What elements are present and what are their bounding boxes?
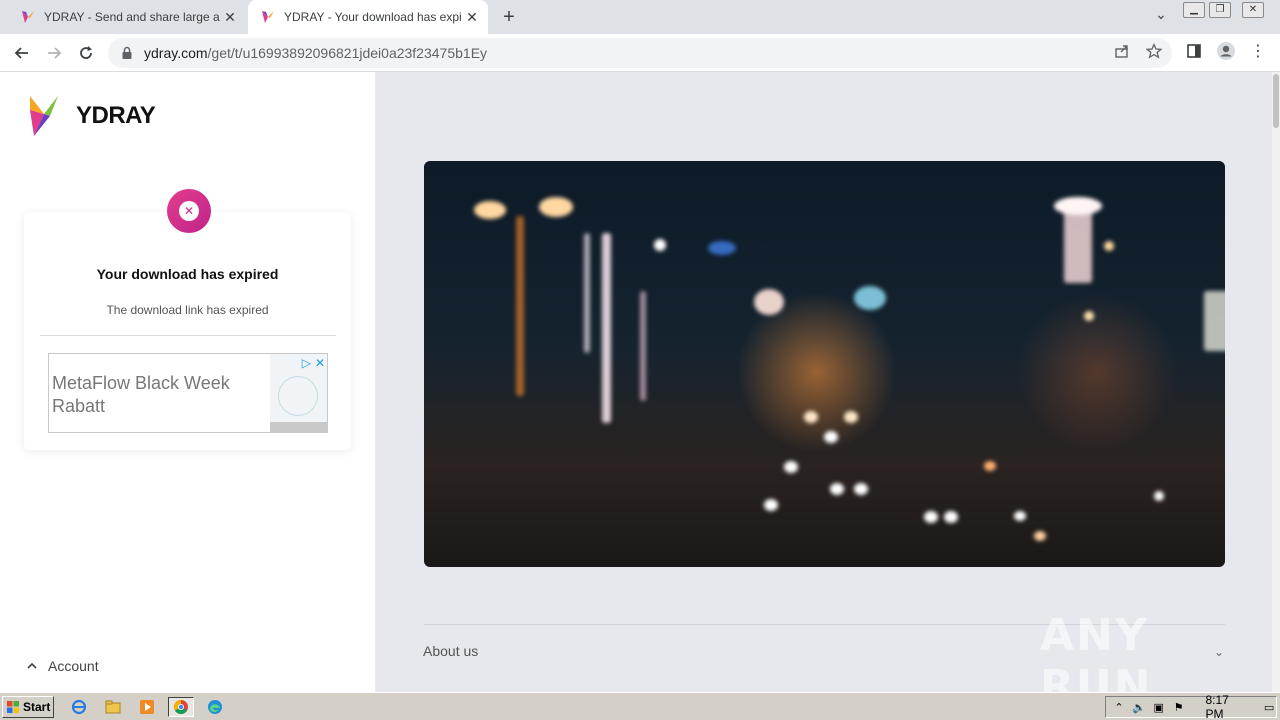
forward-icon[interactable] xyxy=(42,41,66,65)
url-text: ydray.com/get/t/u16993892096821jdei0a23f… xyxy=(144,45,487,61)
ad-text: MetaFlow Black Week Rabatt xyxy=(52,373,230,416)
share-icon[interactable] xyxy=(1112,41,1132,61)
bookmark-star-icon[interactable] xyxy=(1144,41,1164,61)
clock[interactable]: 8:17 PM xyxy=(1205,693,1244,720)
watermark-logo: ANY RUN xyxy=(1040,610,1153,692)
tab-strip: YDRAY - Send and share large and b ✕ YDR… xyxy=(0,0,1280,34)
url-path: /get/t/u16993892096821jdei0a23f23475b1Ey xyxy=(207,45,488,61)
profile-avatar-icon[interactable] xyxy=(1216,41,1236,61)
card-divider xyxy=(40,335,336,336)
lock-icon xyxy=(122,46,132,59)
card-subtitle: The download link has expired xyxy=(106,303,269,317)
network-icon[interactable]: ▣ xyxy=(1152,699,1166,715)
back-icon[interactable] xyxy=(10,41,34,65)
x-circle-icon: ✕ xyxy=(179,201,199,221)
minimize-icon[interactable]: ▁ xyxy=(1183,2,1205,18)
tray-expand-icon[interactable]: ⌃ xyxy=(1112,699,1126,715)
menu-kebab-icon[interactable]: ⋮ xyxy=(1248,41,1268,61)
ydray-logo-icon xyxy=(30,96,58,136)
windows-taskbar: Start ⌃ 🔈 ▣ ⚑ 8:17 PM ▭ xyxy=(0,692,1280,720)
new-tab-button[interactable]: + xyxy=(498,6,520,28)
ad-close-icon[interactable]: ✕ xyxy=(315,356,325,370)
tab-search-chevron-icon[interactable]: ⌄ xyxy=(1150,6,1172,28)
window-close-icon[interactable]: ✕ xyxy=(1242,2,1264,18)
left-panel: YDRAY Your download has expired The down… xyxy=(0,72,375,692)
start-label: Start xyxy=(23,700,51,714)
ydray-logo[interactable]: YDRAY xyxy=(30,96,156,136)
tab-download-expired[interactable]: YDRAY - Your download has expired ✕ xyxy=(248,0,488,34)
chevron-up-icon xyxy=(27,662,37,669)
restore-icon[interactable]: ❐ xyxy=(1209,2,1231,18)
tab-title: YDRAY - Send and share large and b xyxy=(44,10,220,24)
file-explorer-icon[interactable] xyxy=(102,697,124,717)
internet-explorer-icon[interactable] xyxy=(68,697,90,717)
ad-badge[interactable]: ▷ ✕ xyxy=(302,356,325,370)
adchoices-icon[interactable]: ▷ xyxy=(302,356,311,370)
ad-logo-mark-icon xyxy=(278,376,318,416)
page-viewport: YDRAY Your download has expired The down… xyxy=(0,72,1272,692)
ydray-favicon-icon xyxy=(22,11,34,23)
scrollbar-thumb[interactable] xyxy=(1273,74,1279,128)
edge-icon[interactable] xyxy=(204,697,226,717)
system-tray: ⌃ 🔈 ▣ ⚑ 8:17 PM ▭ xyxy=(1105,693,1277,720)
account-toggle[interactable]: Account xyxy=(26,658,99,674)
chrome-taskbar-icon[interactable] xyxy=(168,697,194,717)
media-player-icon[interactable] xyxy=(136,697,158,717)
tab-close-icon[interactable]: ✕ xyxy=(462,7,482,27)
show-desktop-icon[interactable]: ▭ xyxy=(1262,699,1276,715)
browser-toolbar: ydray.com/get/t/u16993892096821jdei0a23f… xyxy=(0,34,1280,72)
windows-flag-icon xyxy=(7,701,19,713)
about-us-link[interactable]: About us xyxy=(423,643,478,659)
tab-title: YDRAY - Your download has expired xyxy=(284,10,462,24)
ad-banner[interactable]: MetaFlow Black Week Rabatt ▷ ✕ xyxy=(48,353,328,433)
reload-icon[interactable] xyxy=(74,41,98,65)
tab-send-share[interactable]: YDRAY - Send and share large and b ✕ xyxy=(8,0,246,34)
start-button[interactable]: Start xyxy=(2,696,54,718)
brand-name: YDRAY xyxy=(76,102,156,129)
page-scrollbar[interactable] xyxy=(1272,72,1280,692)
ad-bottom-bar xyxy=(270,422,327,432)
account-label: Account xyxy=(48,658,99,674)
expired-card: Your download has expired The download l… xyxy=(24,212,351,450)
card-title: Your download has expired xyxy=(96,266,279,282)
url-domain: ydray.com xyxy=(144,45,208,61)
volume-icon[interactable]: 🔈 xyxy=(1132,699,1146,715)
action-center-flag-icon[interactable]: ⚑ xyxy=(1172,699,1186,715)
hero-city-image xyxy=(424,161,1225,567)
tab-close-icon[interactable]: ✕ xyxy=(220,7,240,27)
ydray-favicon-icon xyxy=(262,11,274,23)
address-bar[interactable]: ydray.com/get/t/u16993892096821jdei0a23f… xyxy=(108,38,1172,68)
expired-status-icon: ✕ xyxy=(167,189,211,233)
side-panel-icon[interactable] xyxy=(1184,41,1204,61)
